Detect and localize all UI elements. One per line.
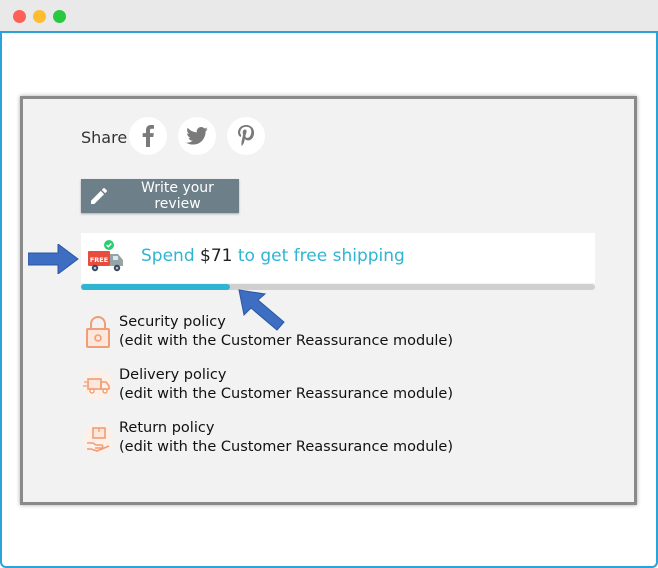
delivery-truck-icon xyxy=(83,370,113,400)
pinterest-share-button[interactable] xyxy=(227,117,265,155)
write-review-label: Write your review xyxy=(141,180,214,212)
annotation-arrow-right-icon xyxy=(28,244,79,274)
free-shipping-truck-icon: FREE xyxy=(88,240,123,272)
share-label: Share xyxy=(81,128,128,147)
pencil-icon xyxy=(91,188,107,204)
reassurance-title: Return policy xyxy=(119,420,215,436)
title-bar xyxy=(0,0,658,33)
reassurance-title: Delivery policy xyxy=(119,367,227,383)
free-shipping-progress-bar xyxy=(81,284,595,290)
reassurance-item-security: Security policy (edit with the Customer … xyxy=(81,313,501,361)
maximize-window-button[interactable] xyxy=(53,10,66,23)
pinterest-icon xyxy=(238,125,254,146)
twitter-share-button[interactable] xyxy=(178,117,216,155)
close-window-button[interactable] xyxy=(13,10,26,23)
reassurance-title: Security policy xyxy=(119,314,226,330)
reassurance-subtitle: (edit with the Customer Reassurance modu… xyxy=(119,333,453,349)
facebook-icon xyxy=(142,125,154,147)
free-shipping-progress-fill xyxy=(81,284,231,290)
minimize-window-button[interactable] xyxy=(33,10,46,23)
write-review-button[interactable]: Write your review xyxy=(81,179,239,213)
reassurance-item-delivery: Delivery policy (edit with the Customer … xyxy=(81,366,501,414)
reassurance-subtitle: (edit with the Customer Reassurance modu… xyxy=(119,386,453,402)
shipping-prefix: Spend xyxy=(141,246,201,266)
shipping-suffix: to get free shipping xyxy=(232,246,405,266)
free-badge-text: FREE xyxy=(90,256,108,264)
free-shipping-message: Spend $71 to get free shipping xyxy=(141,246,405,266)
facebook-share-button[interactable] xyxy=(129,117,167,155)
lock-icon xyxy=(86,316,110,348)
reassurance-subtitle: (edit with the Customer Reassurance modu… xyxy=(119,439,453,455)
shipping-remaining-amount: $71 xyxy=(200,246,233,266)
reassurance-item-return: Return policy (edit with the Customer Re… xyxy=(81,419,501,467)
return-box-icon xyxy=(83,423,113,453)
twitter-icon xyxy=(186,127,208,145)
free-shipping-banner: FREE Spend $71 to get free shipping xyxy=(81,233,595,283)
